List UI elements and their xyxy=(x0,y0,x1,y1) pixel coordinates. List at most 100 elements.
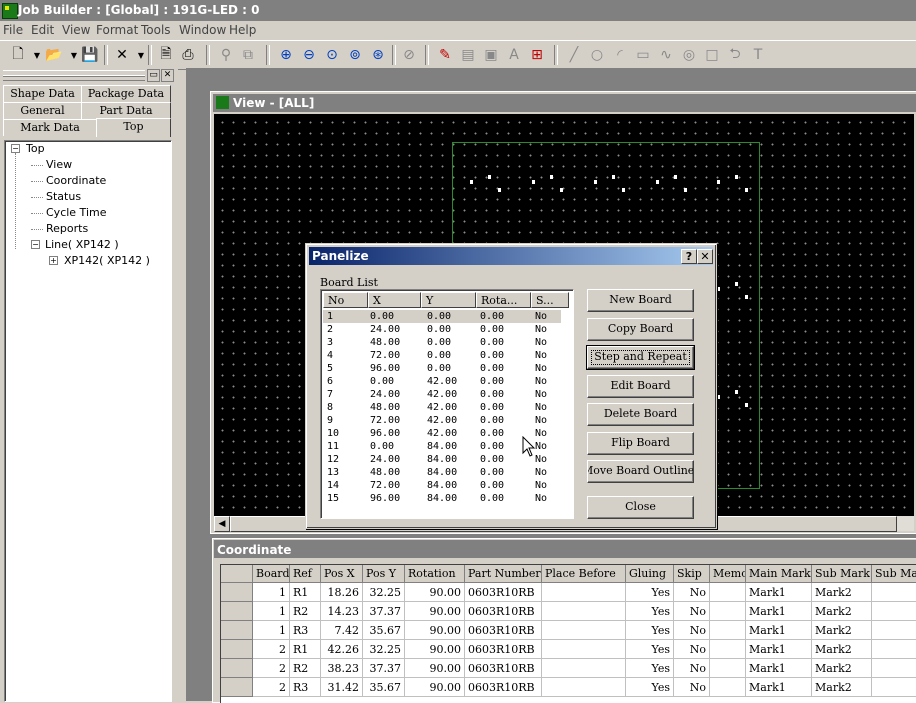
row-header[interactable] xyxy=(221,602,253,621)
table-cell[interactable]: 35.67 xyxy=(363,678,405,697)
tree-item-status[interactable]: Status xyxy=(46,190,81,203)
column-header-ref[interactable]: Ref xyxy=(290,565,321,583)
delete-icon[interactable]: ✕ xyxy=(112,45,132,65)
tree-item-cycle-time[interactable]: Cycle Time xyxy=(46,206,106,219)
table-cell[interactable]: 90.00 xyxy=(405,621,465,640)
table-cell[interactable]: 90.00 xyxy=(405,640,465,659)
table-cell[interactable]: 0603R10RB xyxy=(465,659,542,678)
table-cell[interactable] xyxy=(872,678,916,697)
table-cell[interactable] xyxy=(872,640,916,659)
arc-icon[interactable]: ◜ xyxy=(610,45,630,65)
table-cell[interactable]: 1 xyxy=(253,621,290,640)
collapse-icon[interactable]: − xyxy=(11,144,20,153)
table-cell[interactable]: Yes xyxy=(626,583,674,602)
board-list-row[interactable]: 1 0.00 0.00 0.00 No xyxy=(323,310,561,323)
square-icon[interactable]: □ xyxy=(702,45,722,65)
table-cell[interactable]: 1 xyxy=(253,583,290,602)
board-list-row[interactable]: 2 24.00 0.00 0.00 No xyxy=(323,323,561,336)
table-cell[interactable]: Mark2 xyxy=(812,621,872,640)
polygon-icon[interactable]: ◎ xyxy=(679,45,699,65)
zoom-in-icon[interactable]: ⊕ xyxy=(276,45,296,65)
table-cell[interactable] xyxy=(542,602,626,621)
save-icon[interactable]: 💾 xyxy=(80,45,100,65)
delete-board-button[interactable]: Delete Board xyxy=(587,403,694,426)
coordinate-grid[interactable]: Board Ref Pos X Pos Y Rotation Part Numb… xyxy=(220,564,916,703)
list-header-rotation[interactable]: Rota... xyxy=(476,292,531,308)
table-cell[interactable] xyxy=(542,621,626,640)
table-cell[interactable]: 2 xyxy=(253,659,290,678)
board-list[interactable]: No X Y Rota... S... 1 0.00 0.00 0.00 No 2 24.0… xyxy=(320,289,574,519)
open-folder-icon[interactable]: 📂 xyxy=(44,45,64,65)
board-list-row[interactable]: 8 48.00 42.00 0.00 No xyxy=(323,401,561,414)
board-list-row[interactable]: 4 72.00 0.00 0.00 No xyxy=(323,349,561,362)
menu-tools[interactable]: Tools xyxy=(141,23,171,37)
collapse-icon[interactable]: − xyxy=(31,240,40,249)
close-button[interactable]: Close xyxy=(587,496,694,519)
list-header-x[interactable]: X xyxy=(368,292,421,308)
table-cell[interactable]: R3 xyxy=(290,678,321,697)
table-cell[interactable]: Mark1 xyxy=(746,602,812,621)
table-cell[interactable] xyxy=(710,640,746,659)
rectangle-icon[interactable]: ▭ xyxy=(633,45,653,65)
table-cell[interactable]: Mark1 xyxy=(746,659,812,678)
table-cell[interactable]: Mark1 xyxy=(746,640,812,659)
row-header[interactable] xyxy=(221,621,253,640)
copy-board-button[interactable]: Copy Board xyxy=(587,318,694,341)
board-list-row[interactable]: 7 24.00 42.00 0.00 No xyxy=(323,388,561,401)
table-cell[interactable]: 0603R10RB xyxy=(465,583,542,602)
table-cell[interactable]: No xyxy=(674,621,710,640)
column-header-skip[interactable]: Skip xyxy=(674,565,710,583)
flip-board-button[interactable]: Flip Board xyxy=(587,432,694,455)
paint-icon[interactable]: ✎ xyxy=(435,45,455,65)
row-header[interactable] xyxy=(221,659,253,678)
table-cell[interactable]: Yes xyxy=(626,602,674,621)
table-cell[interactable]: No xyxy=(674,659,710,678)
dock-close-button[interactable]: ✕ xyxy=(161,69,174,82)
find-icon[interactable]: ⚲ xyxy=(216,45,236,65)
circle-icon[interactable]: ○ xyxy=(587,45,607,65)
table-cell[interactable]: Mark2 xyxy=(812,659,872,678)
text-style-icon[interactable]: A xyxy=(504,45,524,65)
table-cell[interactable] xyxy=(710,659,746,678)
tree-item-view[interactable]: View xyxy=(46,158,72,171)
table-cell[interactable]: 14.23 xyxy=(321,602,363,621)
list-header-skip[interactable]: S... xyxy=(531,292,569,308)
table-cell[interactable]: 42.26 xyxy=(321,640,363,659)
zoom-fit-icon[interactable]: ⊙ xyxy=(322,45,342,65)
column-header-sub-mark-2[interactable]: Sub Mar xyxy=(872,565,916,583)
table-cell[interactable]: 37.37 xyxy=(363,602,405,621)
tree-item-xp142[interactable]: XP142( XP142 ) xyxy=(64,254,150,267)
table-cell[interactable]: 2 xyxy=(253,640,290,659)
board-list-row[interactable]: 13 48.00 84.00 0.00 No xyxy=(323,466,561,479)
new-board-button[interactable]: New Board xyxy=(587,289,694,312)
table-cell[interactable]: 0603R10RB xyxy=(465,678,542,697)
menu-file[interactable]: File xyxy=(3,23,23,37)
tab-mark-data[interactable]: Mark Data xyxy=(3,119,97,136)
column-header-board[interactable]: Board xyxy=(253,565,290,583)
list-header-y[interactable]: Y xyxy=(421,292,476,308)
menu-edit[interactable]: Edit xyxy=(31,23,54,37)
table-cell[interactable]: Yes xyxy=(626,621,674,640)
edit-board-button[interactable]: Edit Board xyxy=(587,375,694,398)
table-cell[interactable]: Yes xyxy=(626,640,674,659)
table-cell[interactable]: Mark2 xyxy=(812,678,872,697)
table-cell[interactable]: R3 xyxy=(290,621,321,640)
dock-minimize-button[interactable]: ▭ xyxy=(147,69,160,82)
scroll-left-icon[interactable]: ◀ xyxy=(214,516,230,532)
table-cell[interactable]: 90.00 xyxy=(405,678,465,697)
table-cell[interactable]: No xyxy=(674,602,710,621)
image-icon[interactable]: ▣ xyxy=(481,45,501,65)
table-cell[interactable]: R1 xyxy=(290,640,321,659)
table-cell[interactable]: 90.00 xyxy=(405,583,465,602)
column-header-pos-x[interactable]: Pos X xyxy=(321,565,363,583)
grid-lines-icon[interactable]: ▤ xyxy=(458,45,478,65)
board-list-row[interactable]: 5 96.00 0.00 0.00 No xyxy=(323,362,561,375)
column-header-gluing[interactable]: Gluing xyxy=(626,565,674,583)
column-header-place-before[interactable]: Place Before xyxy=(542,565,626,583)
zoom-all-icon[interactable]: ⊛ xyxy=(368,45,388,65)
tree-item-top[interactable]: Top xyxy=(26,142,45,155)
row-header[interactable] xyxy=(221,583,253,602)
board-list-row[interactable]: 14 72.00 84.00 0.00 No xyxy=(323,479,561,492)
tab-part-data[interactable]: Part Data xyxy=(81,102,171,119)
menu-window[interactable]: Window xyxy=(179,23,226,37)
